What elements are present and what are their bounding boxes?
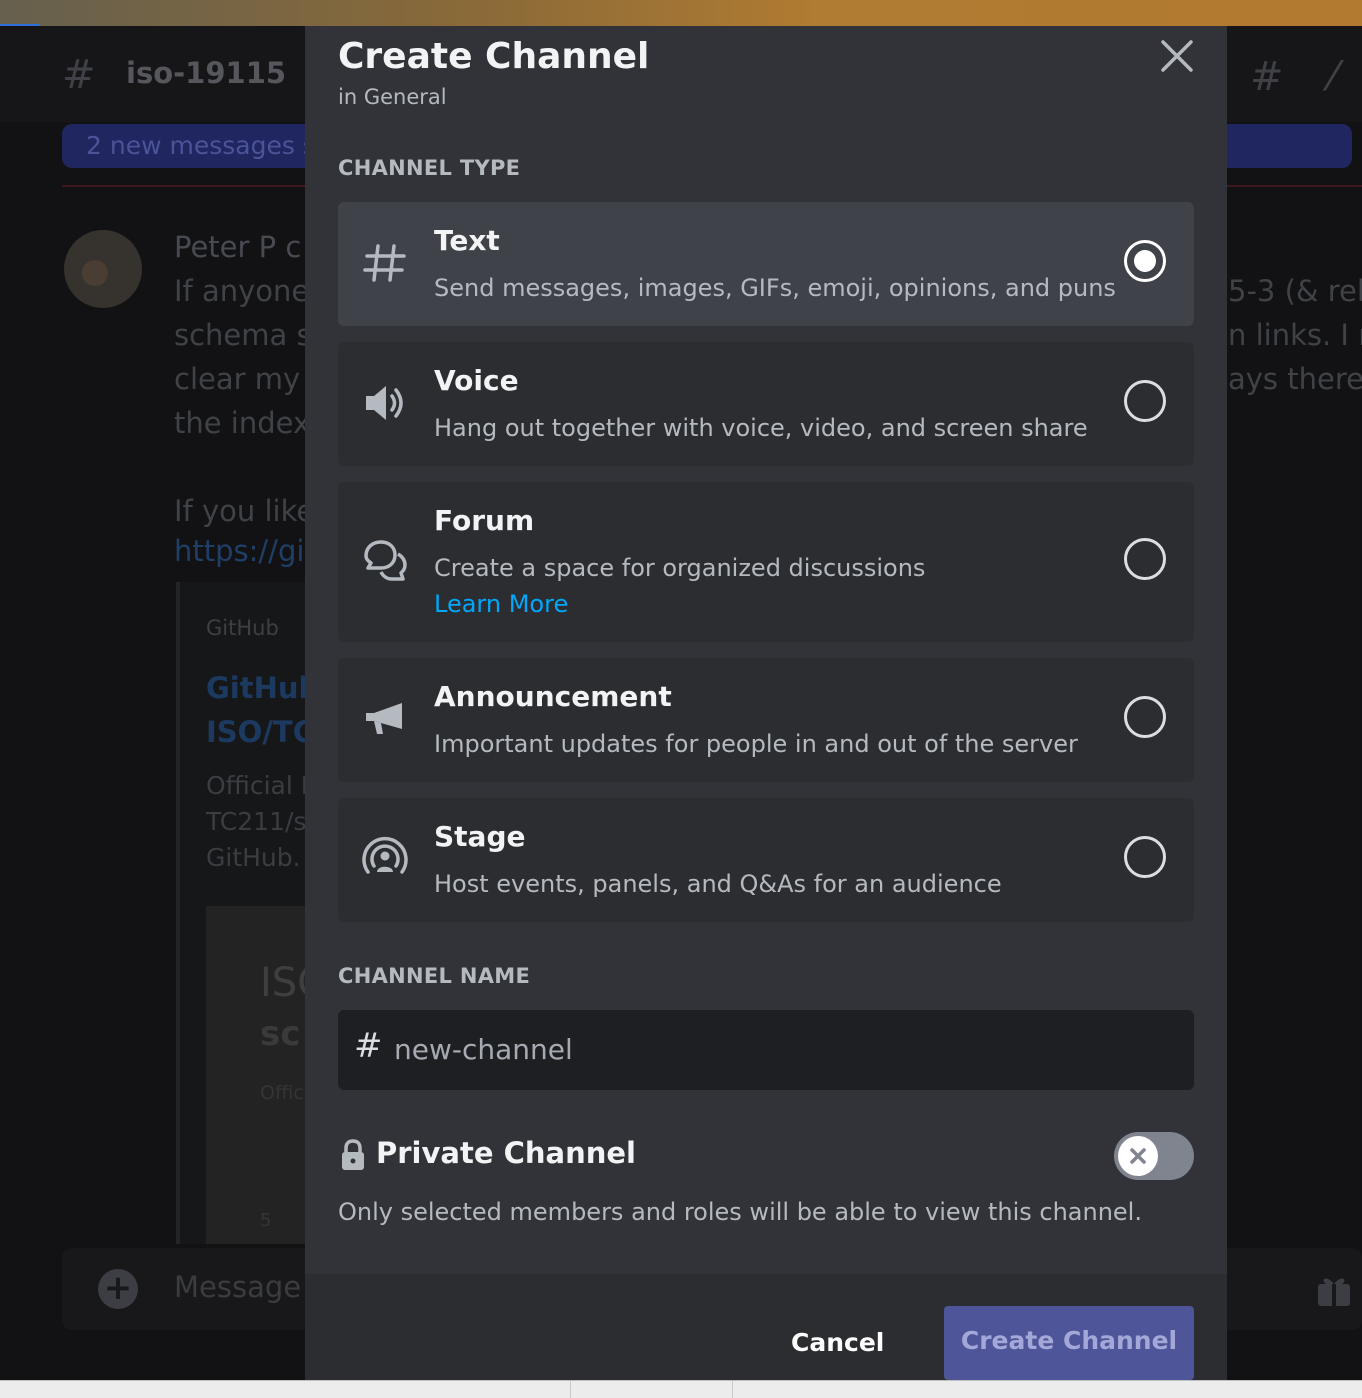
embed-card-subtitle: sc <box>260 1014 301 1054</box>
channel-type-label: CHANNEL TYPE <box>338 156 521 180</box>
create-channel-button[interactable]: Create Channel <box>944 1306 1194 1380</box>
option-description: Send messages, images, GIFs, emoji, opin… <box>434 274 1116 302</box>
window-top-bar <box>0 0 1362 26</box>
option-description: Host events, panels, and Q&As for an aud… <box>434 870 1002 898</box>
avatar[interactable] <box>64 230 142 308</box>
megaphone-icon <box>362 696 408 742</box>
embed-provider: GitHub <box>206 616 279 640</box>
message-line-right: 5-3 (& rela <box>1228 274 1362 308</box>
channel-type-option-text[interactable]: Text Send messages, images, GIFs, emoji,… <box>338 202 1194 326</box>
create-channel-label: Create Channel <box>960 1326 1178 1355</box>
channel-type-option-announcement[interactable]: Announcement Important updates for peopl… <box>338 658 1194 782</box>
private-channel-toggle[interactable] <box>1114 1132 1194 1180</box>
channel-name-input[interactable] <box>394 1024 1174 1074</box>
option-name: Stage <box>434 820 526 853</box>
message-line-right: ays there <box>1228 362 1362 396</box>
radio-unselected[interactable] <box>1124 836 1166 878</box>
private-channel-row: Private Channel <box>338 1132 1194 1180</box>
message-line-right: n links. I ne <box>1228 318 1362 352</box>
radio-unselected[interactable] <box>1124 380 1166 422</box>
channel-name-label: CHANNEL NAME <box>338 964 531 988</box>
stage-icon <box>362 836 408 882</box>
channel-type-option-stage[interactable]: Stage Host events, panels, and Q&As for … <box>338 798 1194 922</box>
close-icon[interactable] <box>1155 34 1199 78</box>
strip-divider <box>570 1381 571 1398</box>
private-channel-help: Only selected members and roles will be … <box>338 1198 1142 1226</box>
lock-icon <box>338 1138 368 1172</box>
channel-type-option-voice[interactable]: Voice Hang out together with voice, vide… <box>338 342 1194 466</box>
option-description: Important updates for people in and out … <box>434 730 1078 758</box>
hash-icon <box>362 240 408 286</box>
message-line: schema s <box>174 318 312 352</box>
forum-icon <box>362 538 408 584</box>
option-name: Text <box>434 224 500 257</box>
embed-card: ISO sc Offic 5 <box>206 906 329 1244</box>
close-icon <box>1130 1148 1146 1164</box>
option-name: Announcement <box>434 680 672 713</box>
modal-title: Create Channel <box>338 36 650 77</box>
radio-selected[interactable] <box>1124 240 1166 282</box>
hash-icon: # <box>354 1026 383 1066</box>
create-channel-modal: Create Channel in General CHANNEL TYPE T… <box>305 26 1227 1380</box>
message-author: Peter P c <box>174 230 302 264</box>
speaker-icon <box>362 380 408 426</box>
cancel-button[interactable]: Cancel <box>791 1328 884 1357</box>
option-name: Forum <box>434 504 535 537</box>
private-channel-label: Private Channel <box>376 1136 636 1170</box>
mute-icon: ⁄ <box>1330 54 1337 100</box>
embed-description: Official I TC211/sc GitHub. <box>206 771 321 872</box>
threads-icon: # <box>1250 54 1284 100</box>
channel-type-option-forum[interactable]: Forum Create a space for organized discu… <box>338 482 1194 642</box>
avatar-detail <box>82 260 108 286</box>
bottom-strip <box>0 1380 1362 1398</box>
new-messages-text: 2 new messages si <box>86 131 323 160</box>
option-name: Voice <box>434 364 519 397</box>
embed-card-footer: 5 <box>260 1210 272 1231</box>
modal-footer: Cancel Create Channel <box>305 1274 1227 1380</box>
composer-placeholder: Message <box>174 1270 302 1304</box>
message-link[interactable]: https://git <box>174 534 316 568</box>
embed-card-small: Offic <box>260 1082 304 1104</box>
embed-title[interactable]: GitHub ISO/TC <box>206 666 319 754</box>
option-description: Create a space for organized discussions <box>434 554 926 582</box>
strip-divider <box>732 1381 733 1398</box>
channel-name-field[interactable]: # <box>338 1010 1194 1090</box>
option-description: Hang out together with voice, video, and… <box>434 414 1088 442</box>
message-line: the index. <box>174 406 320 440</box>
radio-unselected[interactable] <box>1124 538 1166 580</box>
modal-subtitle: in General <box>338 85 447 109</box>
message-line: If you like <box>174 494 315 528</box>
toggle-knob <box>1118 1136 1158 1176</box>
learn-more-link[interactable]: Learn More <box>434 590 568 618</box>
radio-unselected[interactable] <box>1124 696 1166 738</box>
add-attachment-icon[interactable]: + <box>98 1269 138 1309</box>
channel-hash-icon: # <box>62 52 96 98</box>
gift-icon[interactable] <box>1316 1272 1352 1308</box>
channel-name: iso-19115 <box>126 56 287 90</box>
message-line: If anyone <box>174 274 310 308</box>
